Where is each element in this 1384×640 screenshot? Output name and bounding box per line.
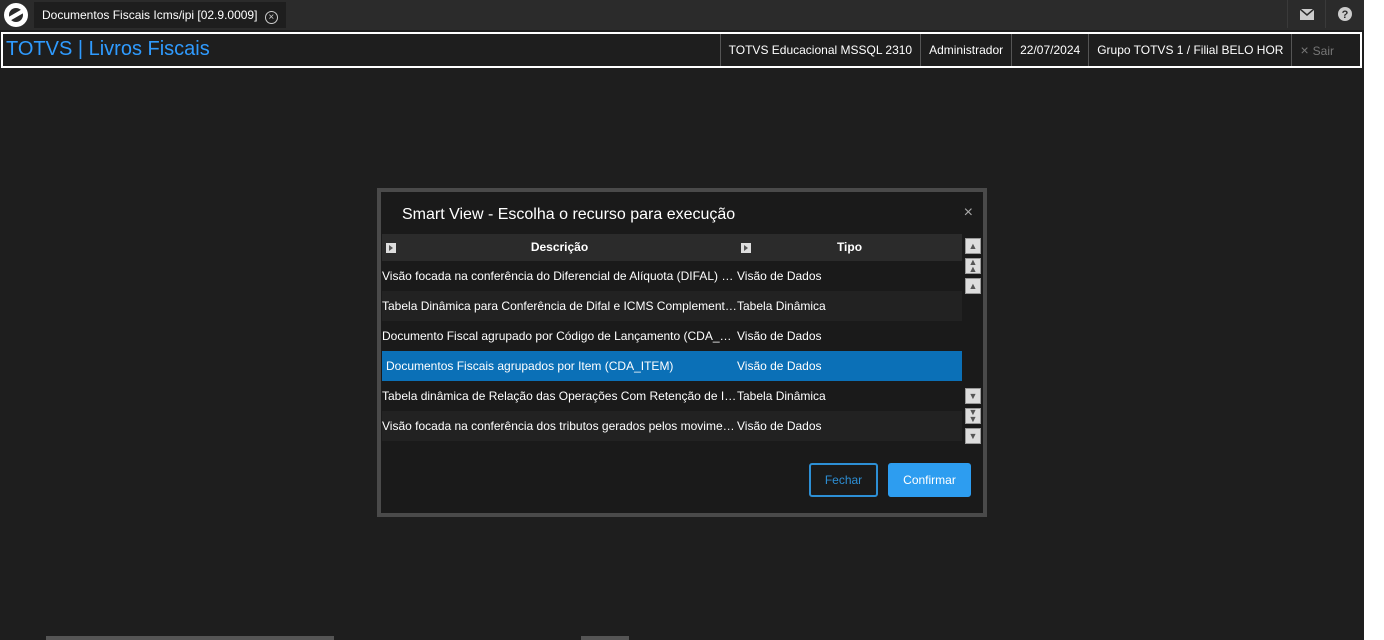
dialog-close-button[interactable]: × xyxy=(964,204,973,222)
scroll-page-up-icon[interactable]: ▲ ▲ xyxy=(965,258,981,274)
fechar-button[interactable]: Fechar xyxy=(809,463,878,497)
user-label: Administrador xyxy=(920,34,1011,66)
row-tipo: Visão de Dados xyxy=(737,269,822,283)
bottom-scrollbar-thumb[interactable] xyxy=(581,636,629,640)
row-tipo: Visão de Dados xyxy=(737,329,822,343)
environment-label: TOTVS Educacional MSSQL 2310 xyxy=(719,34,920,66)
grid-body: Visão focada na conferência do Diferenci… xyxy=(382,261,962,441)
table-row[interactable]: Documento Fiscal agrupado por Código de … xyxy=(382,321,962,351)
app-header: TOTVS | Livros Fiscais TOTVS Educacional… xyxy=(1,32,1362,68)
row-descricao: Visão focada na conferência do Diferenci… xyxy=(382,269,737,283)
scroll-up-icon[interactable]: ▲ xyxy=(965,278,981,294)
scroll-down-icon[interactable]: ▼ xyxy=(965,388,981,404)
scroll-bottom-icon[interactable]: ▼ xyxy=(965,428,981,444)
bottom-scrollbar[interactable] xyxy=(46,636,334,640)
totvs-logo-icon[interactable] xyxy=(3,2,29,28)
help-icon: ? xyxy=(1338,7,1352,21)
close-icon: × xyxy=(1300,42,1309,58)
app-title: TOTVS | Livros Fiscais xyxy=(6,38,210,60)
table-row[interactable]: Visão focada na conferência do Diferenci… xyxy=(382,261,962,291)
date-label: 22/07/2024 xyxy=(1011,34,1088,66)
row-tipo: Visão de Dados xyxy=(737,419,822,433)
header-info: TOTVS Educacional MSSQL 2310 Administrad… xyxy=(719,34,1360,66)
table-row[interactable]: Tabela Dinâmica para Conferência de Difa… xyxy=(382,291,962,321)
logout-label: Sair xyxy=(1312,44,1334,58)
confirmar-button[interactable]: Confirmar xyxy=(888,463,971,497)
scroll-top-icon[interactable]: ▲ xyxy=(965,238,981,254)
smart-view-dialog: Smart View - Escolha o recurso para exec… xyxy=(377,188,987,517)
row-descricao: Tabela Dinâmica para Conferência de Difa… xyxy=(382,299,737,313)
row-tipo: Tabela Dinâmica xyxy=(737,389,826,403)
tab-title: Documentos Fiscais Icms/ipi [02.9.0009] xyxy=(42,8,258,22)
right-edge xyxy=(1364,0,1384,640)
row-descricao: Visão focada na conferência dos tributos… xyxy=(382,419,737,433)
dialog-title: Smart View - Escolha o recurso para exec… xyxy=(402,206,736,223)
table-row[interactable]: Tabela dinâmica de Relação das Operações… xyxy=(382,381,962,411)
tab-documentos-fiscais[interactable]: Documentos Fiscais Icms/ipi [02.9.0009] … xyxy=(34,2,286,28)
help-button[interactable]: ? xyxy=(1325,0,1364,28)
column-tipo[interactable]: Tipo xyxy=(737,234,962,261)
close-tab-icon[interactable]: × xyxy=(264,11,278,24)
table-row-selected[interactable]: Documentos Fiscais agrupados por Item (C… xyxy=(382,351,962,381)
row-tipo: Visão de Dados xyxy=(737,359,822,373)
row-descricao: Documento Fiscal agrupado por Código de … xyxy=(382,329,737,343)
table-row[interactable]: Visão focada na conferência dos tributos… xyxy=(382,411,962,441)
grid-scrollbar[interactable]: ▲ ▲ ▲ ▲ ▼ ▼ ▼ ▼ xyxy=(965,238,981,444)
row-descricao: Documentos Fiscais agrupados por Item (C… xyxy=(386,359,674,373)
grid-header: Descrição Tipo xyxy=(382,234,962,261)
mail-icon xyxy=(1300,8,1314,20)
row-tipo: Tabela Dinâmica xyxy=(737,299,826,313)
mail-button[interactable] xyxy=(1287,0,1326,28)
logout-button[interactable]: × Sair xyxy=(1291,34,1360,66)
branch-label: Grupo TOTVS 1 / Filial BELO HOR xyxy=(1088,34,1291,66)
top-bar: Documentos Fiscais Icms/ipi [02.9.0009] … xyxy=(0,0,1364,30)
row-descricao: Tabela dinâmica de Relação das Operações… xyxy=(382,389,737,403)
resource-grid: Descrição Tipo Visão focada na conferênc… xyxy=(382,234,962,444)
scroll-page-down-icon[interactable]: ▼ ▼ xyxy=(965,408,981,424)
svg-text:?: ? xyxy=(1342,9,1349,21)
column-descricao[interactable]: Descrição xyxy=(382,234,737,261)
